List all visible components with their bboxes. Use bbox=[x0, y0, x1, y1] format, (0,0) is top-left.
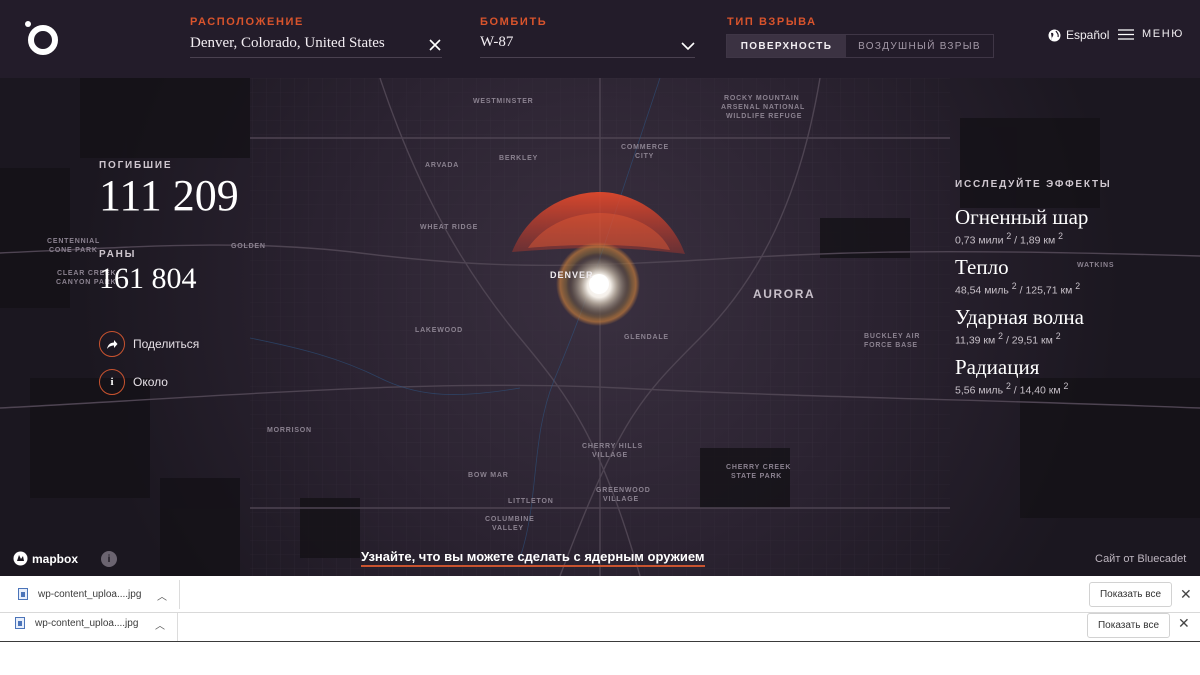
mapbox-icon bbox=[13, 551, 28, 566]
effect-thermal[interactable]: Тепло 48,54 миль 2 / 125,71 км 2 bbox=[955, 255, 1080, 297]
about-button[interactable]: i Около bbox=[99, 369, 168, 395]
location-label: РАСПОЛОЖЕНИЕ bbox=[190, 16, 304, 28]
download-filename: wp-content_uploa....jpg bbox=[38, 588, 142, 600]
label-arvada: ARVADA bbox=[425, 162, 460, 169]
file-icon bbox=[15, 617, 25, 629]
burst-type-label: ТИП ВЗРЫВА bbox=[727, 16, 817, 28]
effect-name: Огненный шар bbox=[955, 205, 1089, 229]
bomb-select[interactable]: W-87 bbox=[480, 34, 513, 51]
label-morrison: MORRISON bbox=[267, 427, 312, 434]
download-item[interactable]: wp-content_uploa....jpg bbox=[18, 588, 141, 600]
deaths-value: 111 209 bbox=[99, 171, 239, 220]
label-berkley: BERKLEY bbox=[499, 155, 539, 162]
label-commerce-1: COMMERCE bbox=[621, 144, 670, 151]
menu-label: МЕНЮ bbox=[1142, 28, 1184, 40]
mapbox-logo[interactable]: mapbox bbox=[13, 551, 78, 566]
menu-button[interactable]: МЕНЮ bbox=[1118, 28, 1184, 40]
effect-area: 48,54 миль 2 / 125,71 км 2 bbox=[955, 281, 1081, 297]
label-cherrycreek-1: CHERRY CREEK bbox=[726, 464, 792, 471]
effect-name: Тепло bbox=[955, 255, 1009, 279]
top-bar: РАСПОЛОЖЕНИЕ Denver, Colorado, United St… bbox=[0, 0, 1200, 78]
globe-icon bbox=[1048, 29, 1061, 41]
injuries-label: РАНЫ bbox=[99, 249, 137, 260]
effect-area: 5,56 миль 2 / 14,40 км 2 bbox=[955, 381, 1069, 397]
close-icon[interactable]: ✕ bbox=[1178, 615, 1190, 632]
label-greenwood-1: GREENWOOD bbox=[596, 487, 651, 494]
label-cherrycreek-2: STATE PARK bbox=[731, 473, 783, 480]
learn-more-link[interactable]: Узнайте, что вы можете сделать с ядерным… bbox=[361, 549, 705, 567]
location-underline bbox=[190, 57, 442, 58]
label-cherryhills-2: VILLAGE bbox=[592, 452, 628, 459]
burst-airburst-button[interactable]: ВОЗДУШНЫЙ ВЗРЫВ bbox=[846, 35, 993, 57]
burst-type-toggle: ПОВЕРХНОСТЬ ВОЗДУШНЫЙ ВЗРЫВ bbox=[726, 34, 994, 58]
location-input[interactable]: Denver, Colorado, United States bbox=[190, 35, 385, 52]
effect-shockwave[interactable]: Ударная волна 11,39 км 2 / 29,51 км 2 bbox=[955, 305, 1084, 347]
label-watkins: WATKINS bbox=[1077, 262, 1115, 269]
label-golden: GOLDEN bbox=[231, 243, 266, 250]
share-label: Поделиться bbox=[133, 337, 200, 351]
chevron-down-icon[interactable] bbox=[680, 40, 696, 52]
label-rocky-3: WILDLIFE REFUGE bbox=[726, 113, 803, 120]
info-icon: i bbox=[99, 369, 125, 395]
deaths-label: ПОГИБШИЕ bbox=[99, 160, 173, 171]
mapbox-label: mapbox bbox=[32, 551, 79, 566]
label-centennial-1: CENTENNIAL bbox=[47, 238, 101, 245]
label-rocky-2: ARSENAL NATIONAL bbox=[721, 104, 806, 111]
effect-area: 11,39 км 2 / 29,51 км 2 bbox=[955, 331, 1061, 347]
download-divider bbox=[177, 613, 178, 641]
file-icon bbox=[18, 588, 28, 600]
download-filename: wp-content_uploa....jpg bbox=[35, 617, 139, 629]
effect-name: Радиация bbox=[955, 355, 1040, 379]
language-switch[interactable]: Español bbox=[1048, 28, 1109, 42]
label-greenwood-2: VILLAGE bbox=[603, 496, 639, 503]
label-rocky-1: ROCKY MOUNTAIN bbox=[724, 95, 800, 102]
label-aurora: AURORA bbox=[753, 287, 816, 301]
label-glendale: GLENDALE bbox=[624, 334, 669, 341]
label-littleton: LITTLETON bbox=[508, 498, 554, 505]
label-commerce-2: CITY bbox=[635, 153, 655, 160]
injuries-value: 161 804 bbox=[99, 262, 197, 295]
download-chevron-icon[interactable]: ︿ bbox=[155, 617, 165, 632]
burst-surface-button[interactable]: ПОВЕРХНОСТЬ bbox=[727, 35, 846, 57]
language-label: Español bbox=[1066, 28, 1110, 42]
effect-name: Ударная волна bbox=[955, 305, 1084, 329]
download-item[interactable]: wp-content_uploa....jpg bbox=[15, 617, 138, 629]
label-bowmar: BOW MAR bbox=[468, 472, 509, 479]
effect-area: 0,73 мили 2 / 1,89 км 2 bbox=[955, 231, 1063, 247]
map-info-icon[interactable]: i bbox=[101, 551, 117, 567]
label-columbine-2: VALLEY bbox=[492, 525, 524, 532]
site-credit[interactable]: Сайт от Bluecadet bbox=[1095, 553, 1186, 565]
download-bar-2: wp-content_uploa....jpg ︿ Показать все ✕ bbox=[0, 613, 1200, 642]
effect-fireball[interactable]: Огненный шар 0,73 мили 2 / 1,89 км 2 bbox=[955, 205, 1088, 247]
show-all-button[interactable]: Показать все bbox=[1089, 582, 1172, 607]
effect-radiation[interactable]: Радиация 5,56 миль 2 / 14,40 км 2 bbox=[955, 355, 1068, 397]
share-button[interactable]: Поделиться bbox=[99, 331, 199, 357]
label-westminster: WESTMINSTER bbox=[473, 98, 534, 105]
about-label: Около bbox=[133, 375, 168, 389]
label-lakewood: LAKEWOOD bbox=[415, 327, 464, 334]
label-columbine-1: COLUMBINE bbox=[485, 516, 535, 523]
hamburger-icon bbox=[1118, 28, 1134, 40]
label-wheatridge: WHEAT RIDGE bbox=[420, 224, 479, 231]
label-buckley-2: FORCE BASE bbox=[864, 342, 918, 349]
label-cherryhills-1: CHERRY HILLS bbox=[582, 443, 643, 450]
label-denver: DENVER bbox=[550, 270, 594, 280]
show-all-button[interactable]: Показать все bbox=[1087, 613, 1170, 638]
label-buckley-1: BUCKLEY AIR bbox=[864, 333, 921, 340]
clear-location-icon[interactable] bbox=[427, 37, 443, 53]
download-bar-1: wp-content_uploa....jpg ︿ Показать все ✕ bbox=[0, 576, 1200, 613]
share-icon bbox=[99, 331, 125, 357]
bomb-underline bbox=[480, 57, 695, 58]
nukemap-app: WESTMINSTER ROCKY MOUNTAIN ARSENAL NATIO… bbox=[0, 0, 1200, 576]
logo-icon[interactable] bbox=[22, 18, 62, 58]
bomb-label: БОМБИТЬ bbox=[480, 16, 548, 28]
label-centennial-2: CONE PARK bbox=[49, 247, 98, 254]
download-divider bbox=[179, 580, 180, 609]
download-chevron-icon[interactable]: ︿ bbox=[157, 588, 167, 603]
close-icon[interactable]: ✕ bbox=[1180, 586, 1192, 603]
effects-title: ИССЛЕДУЙТЕ ЭФФЕКТЫ bbox=[955, 179, 1112, 190]
